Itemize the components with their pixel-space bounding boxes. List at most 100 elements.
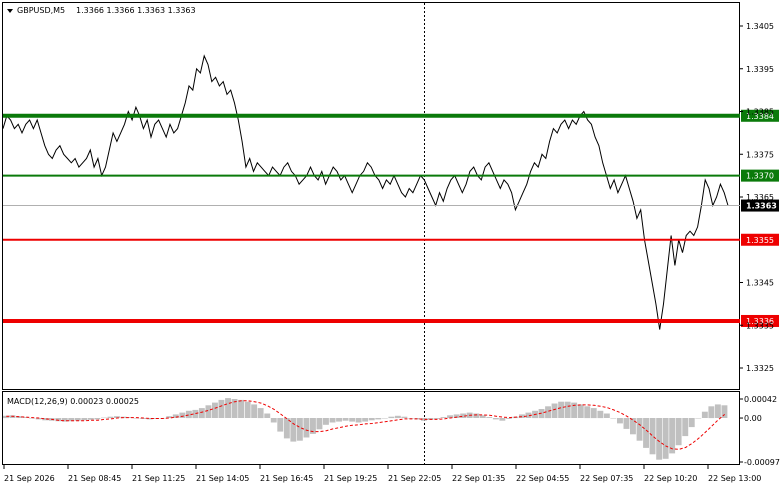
macd-histogram-bar [636,418,643,441]
macd-histogram-bar [434,418,440,419]
macd-histogram-bar [244,401,251,418]
time-tick-label: 21 Sep 22:05 [388,474,441,483]
chart-window[interactable]: GBPUSD,M5 1.3366 1.3366 1.3363 1.3363 MA… [0,0,781,489]
macd-histogram-bar [277,418,284,432]
macd-histogram-bar [336,418,342,422]
macd-histogram-bar [355,418,362,423]
macd-histogram-bar [362,418,369,422]
macd-histogram-bar [473,413,480,418]
time-tick-label: 21 Sep 11:25 [132,474,185,483]
macd-tick-label: 0.00 [744,414,762,423]
macd-histogram-bar [701,411,708,418]
symbol-label: GBPUSD,M5 [17,6,65,15]
macd-histogram-bar [290,418,297,442]
macd-histogram-bar [682,418,689,437]
macd-histogram-bar [649,418,656,455]
macd-histogram-bar [179,412,186,418]
price-tick-label: 1.3365 [746,193,774,202]
time-tick-label: 22 Sep 01:35 [452,474,505,483]
price-tick-label: 1.3385 [746,108,774,117]
macd-histogram-bar [708,406,715,419]
macd-histogram-bar [590,408,597,419]
macd-histogram-bar [257,408,264,419]
macd-histogram-bar [714,404,721,418]
price-tick-label: 1.3325 [746,364,774,373]
time-tick-label: 22 Sep 04:55 [516,474,569,483]
time-tick-label: 21 Sep 19:25 [324,474,377,483]
macd-histogram-bar [623,418,630,429]
macd-histogram-bar [656,418,663,460]
macd-histogram-bar [381,418,388,419]
macd-histogram-bar [558,401,565,418]
price-pane-frame [2,2,740,390]
macd-histogram-bar [368,418,375,421]
macd-histogram-bar [74,418,81,421]
macd-histogram-bar [617,418,623,424]
macd-histogram-bar [505,418,512,419]
time-tick-label: 22 Sep 07:35 [580,474,633,483]
macd-histogram-bar [283,418,290,439]
macd-histogram-bar [597,410,604,419]
macd-histogram-bar [643,418,649,448]
price-tick-label: 1.3405 [746,22,774,31]
time-tick-label: 21 Sep 2026 [4,474,55,483]
macd-histogram-bar [87,418,94,420]
macd-histogram-bar [499,418,506,421]
macd-tick-label: 0.00042 [744,395,777,404]
macd-histogram-bar [264,413,271,418]
macd-histogram-bar [551,403,558,418]
macd-histogram-bar [349,418,356,422]
macd-histogram-bar [342,418,349,421]
macd-histogram-bar [401,416,408,419]
price-tick-label: 1.3335 [746,321,774,330]
macd-histogram-bar [394,415,401,419]
macd-histogram-bar [675,418,682,446]
time-tick-label: 22 Sep 13:00 [708,474,761,483]
time-tick-label: 21 Sep 16:45 [260,474,313,483]
time-tick-label: 21 Sep 14:05 [196,474,249,483]
macd-histogram-bar [270,418,277,423]
macd-histogram-bar [486,417,493,418]
macd-histogram-bar [296,418,303,441]
macd-histogram-bar [479,415,486,418]
macd-histogram-bar [198,408,205,419]
price-tick-label: 1.3345 [746,279,774,288]
macd-histogram-bar [323,418,329,425]
price-tick-label: 1.3375 [746,150,774,159]
macd-histogram-bar [564,401,571,418]
macd-histogram-bar [225,398,231,418]
macd-histogram-bar [577,404,584,418]
macd-histogram-bar [107,416,114,419]
macd-histogram-bar [101,417,107,419]
macd-histogram-bar [630,418,636,435]
macd-histogram-bar [316,418,323,430]
macd-histogram-bar [205,405,212,418]
macd-histogram-bar [440,417,447,418]
macd-histogram-bar [662,418,669,459]
macd-histogram-bar [212,402,218,418]
macd-histogram-bar [81,418,88,421]
macd-histogram-bar [492,418,499,420]
price-tick-label: 1.3395 [746,65,774,74]
macd-histogram-bar [375,418,382,420]
macd-histogram-bar [688,418,695,428]
time-tick-label: 22 Sep 10:20 [644,474,697,483]
macd-histogram-bar [251,404,258,418]
macd-histogram-bar [721,405,728,418]
current-price-label: 1.3363 [746,202,777,211]
time-tick-label: 21 Sep 08:45 [68,474,121,483]
macd-histogram-bar [238,399,244,418]
level-price-label: 1.3370 [746,172,774,181]
macd-histogram-bar [695,418,702,419]
level-price-label: 1.3355 [746,236,774,245]
macd-histogram-bar [584,406,591,419]
macd-histogram-bar [603,413,610,418]
macd-histogram-bar [94,418,101,420]
macd-histogram-bar [610,418,617,419]
macd-histogram-bar [388,416,395,419]
macd-histogram-bar [218,399,225,418]
macd-tick-label: -0.00097 [744,458,780,467]
macd-histogram-bar [303,418,310,438]
ohlc-values: 1.3366 1.3366 1.3363 1.3363 [76,6,196,15]
macd-label: MACD(12,26,9) 0.00023 0.00025 [7,397,139,406]
